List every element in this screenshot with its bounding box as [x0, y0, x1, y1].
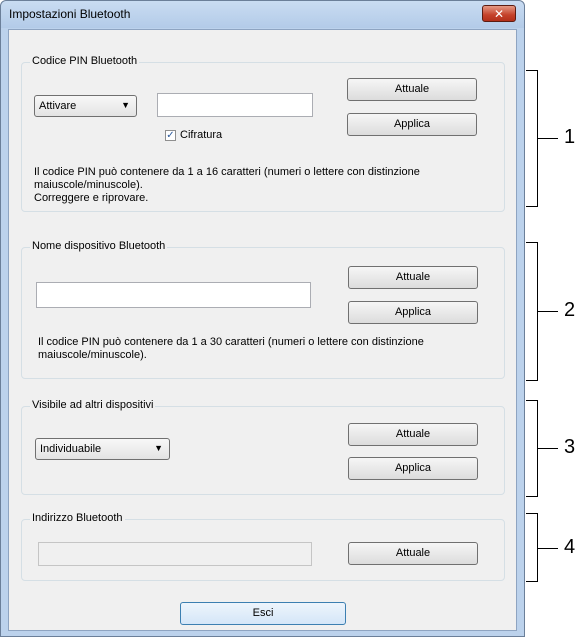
- visibility-group-title: Visibile ad altri dispositivi: [30, 399, 156, 411]
- title-bar: Impostazioni Bluetooth ✕: [1, 1, 524, 28]
- callout-bracket-3: [526, 400, 538, 497]
- device-name-group-title: Nome dispositivo Bluetooth: [30, 240, 168, 252]
- callout-bracket-1: [526, 70, 538, 207]
- pin-help-line-2: maiuscole/minuscole).: [34, 179, 143, 191]
- device-name-group: Nome dispositivo Bluetooth Attuale Appli…: [21, 240, 505, 379]
- window-title: Impostazioni Bluetooth: [9, 7, 131, 21]
- chevron-down-icon: ▼: [121, 100, 130, 110]
- pin-help-line-1: Il codice PIN può contenere da 1 a 16 ca…: [34, 166, 420, 178]
- dialog-body: Codice PIN Bluetooth Attivare ▼ ✓ Cifrat…: [8, 29, 517, 631]
- exit-button[interactable]: Esci: [180, 602, 346, 625]
- bluetooth-settings-window: Impostazioni Bluetooth ✕ Codice PIN Blue…: [0, 0, 525, 637]
- callout-tick-3: [538, 448, 558, 449]
- checkmark-icon: ✓: [166, 130, 175, 141]
- callout-number-2: 2: [564, 299, 576, 321]
- pin-help-line-3: Correggere e riprovare.: [34, 192, 149, 204]
- name-applica-button[interactable]: Applica: [348, 301, 478, 324]
- close-icon: ✕: [493, 7, 505, 21]
- name-attuale-button[interactable]: Attuale: [348, 266, 478, 289]
- pin-mode-value: Attivare: [39, 100, 77, 112]
- callout-tick-1: [538, 138, 558, 139]
- chevron-down-icon: ▼: [154, 443, 163, 453]
- encryption-label: Cifratura: [180, 129, 223, 141]
- pin-help-text: Il codice PIN può contenere da 1 a 16 ca…: [34, 166, 504, 205]
- close-button[interactable]: ✕: [482, 5, 516, 22]
- address-attuale-button[interactable]: Attuale: [348, 542, 478, 565]
- callout-number-4: 4: [564, 536, 576, 558]
- name-help-text: Il codice PIN può contenere da 1 a 30 ca…: [38, 336, 504, 362]
- address-group: Indirizzo Bluetooth Attuale: [21, 512, 505, 581]
- visibility-attuale-button[interactable]: Attuale: [348, 423, 478, 446]
- callout-tick-4: [538, 548, 558, 549]
- callout-number-1: 1: [564, 126, 576, 148]
- pin-group: Codice PIN Bluetooth Attivare ▼ ✓ Cifrat…: [21, 55, 505, 212]
- visibility-value: Individuabile: [40, 443, 102, 455]
- visibility-group: Visibile ad altri dispositivi Individuab…: [21, 399, 505, 495]
- callout-bracket-2: [526, 242, 538, 381]
- pin-group-title: Codice PIN Bluetooth: [30, 55, 140, 67]
- address-group-title: Indirizzo Bluetooth: [30, 512, 125, 524]
- address-field: [38, 542, 312, 566]
- pin-applica-button[interactable]: Applica: [347, 113, 477, 136]
- device-name-input[interactable]: [36, 282, 311, 308]
- pin-input[interactable]: [157, 93, 313, 117]
- callout-tick-2: [538, 311, 558, 312]
- pin-attuale-button[interactable]: Attuale: [347, 78, 477, 101]
- callout-number-3: 3: [564, 436, 576, 458]
- name-help-line-1: Il codice PIN può contenere da 1 a 30 ca…: [38, 336, 424, 348]
- pin-mode-select[interactable]: Attivare ▼: [34, 95, 137, 117]
- visibility-select[interactable]: Individuabile ▼: [35, 438, 170, 460]
- name-help-line-2: maiuscole/minuscole).: [38, 349, 147, 361]
- encryption-checkbox[interactable]: ✓: [165, 130, 176, 141]
- callout-bracket-4: [526, 513, 538, 582]
- visibility-applica-button[interactable]: Applica: [348, 457, 478, 480]
